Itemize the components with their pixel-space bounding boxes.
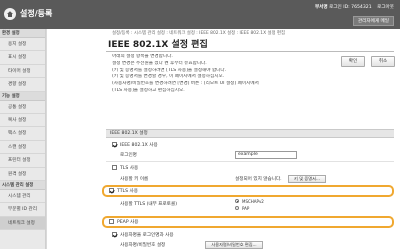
app-title: 설정/등록 (20, 9, 53, 18)
sidebar-item-paper[interactable]: 용지 설정 (0, 38, 45, 52)
tls-use-checkbox[interactable] (112, 165, 117, 170)
ok-button[interactable]: 확인 (341, 56, 365, 67)
sidebar-item-display[interactable]: 표시 설정 (0, 51, 45, 65)
peap-use-label: PEAP 사용 (117, 220, 139, 225)
sidebar-item-fax[interactable]: 팩스 설정 (0, 127, 45, 141)
auth-user-label: 사용자명을 로그인명과 사용 (120, 233, 174, 238)
login-name-input[interactable]: example (235, 151, 297, 159)
login-id: 7654321 (351, 5, 372, 10)
top-bar: 설정/등록 부서명 로그인 ID: 7654321 로그아웃 관리자에게 메일 (0, 0, 400, 29)
ttls-use-label: TTLS 사용 (117, 189, 138, 194)
user-pw-edit-button[interactable]: 사용자명/비밀번호 편집... (205, 241, 263, 249)
row-divider (106, 161, 394, 162)
sidebar-item-network[interactable]: 네트워크 설정 (0, 216, 45, 231)
breadcrumb: 설정/등록 : 시스템 관리 설정 : 네트워크 설정 : IEEE 802.1… (112, 31, 286, 36)
description-line: (TLS 사용]을 설정하고 편집하십시오. (112, 87, 185, 93)
sidebar-item-copy[interactable]: 복사 설정 (0, 114, 45, 128)
sidebar-item-scan[interactable]: 스캔 설정 (0, 141, 45, 155)
sidebar-item-remote[interactable]: 원격 설정 (0, 168, 45, 181)
description-line: (키 및 증명서를 변경할 경우, 이 페이지에서 설정하십시오. (112, 74, 225, 80)
section-heading: IEEE 802.1X 설정 (106, 129, 394, 138)
description-line: (사용자명/비밀번호를 변경하려면 [변경] 버튼 : [리모트 UI 설정] … (112, 81, 259, 87)
sidebar-item-dept-id[interactable]: 부문별 ID 관리 (0, 203, 45, 217)
main-content: 설정/등록 : 시스템 관리 설정 : 네트워크 설정 : IEEE 802.1… (47, 29, 400, 249)
pap-label: PAP (242, 205, 250, 211)
sidebar-item-alert[interactable]: 경향 설정 (0, 78, 45, 92)
key-cert-label: 사용할 키 이름 (120, 177, 149, 182)
sidebar: 환경 설정 용지 설정 표시 설정 타이머 설정 경향 설정 기능 설정 공통 … (0, 29, 46, 249)
peap-highlight (102, 216, 394, 228)
mschapv2-radio[interactable] (235, 199, 239, 203)
login-id-label: 로그인 ID: (329, 5, 350, 10)
sidebar-item-timer[interactable]: 타이머 설정 (0, 65, 45, 79)
tls-use-label: TLS 사용 (120, 166, 139, 171)
page-title: IEEE 802.1X 설정 편집 (108, 40, 208, 50)
cancel-button[interactable]: 취소 (371, 56, 395, 67)
peap-use-checkbox[interactable] (109, 219, 114, 224)
user-info: 부서명 로그인 ID: 7654321 로그아웃 (315, 4, 394, 10)
admin-mail-button[interactable]: 관리자에게 메일 (352, 16, 394, 26)
sidebar-heading-function: 기능 설정 (0, 91, 45, 101)
sidebar-item-common[interactable]: 공통 설정 (0, 101, 45, 114)
logout-link[interactable]: 로그아웃 (377, 5, 394, 10)
sidebar-heading-system: 시스템 관리 설정 (0, 180, 45, 190)
ttls-highlight (102, 185, 394, 197)
sidebar-heading-environment: 환경 설정 (0, 29, 45, 38)
use-ieee-label: IEEE 802.1X 사용 (120, 143, 158, 148)
description-line: (키 및 증명서를 설정하려면 [TLS 사용]을 설정해야 합니다. (112, 67, 227, 73)
login-name-label: 로그인명 (120, 153, 137, 158)
mschapv2-label: MSCHAPv2 (242, 198, 264, 204)
description-line: 아래의 설정 항목을 변경합니다. (112, 54, 173, 59)
user-pw-label: 사용자명/비밀번호 설정 (120, 243, 166, 248)
description: 아래의 설정 항목을 변경합니다. 설정 변경은 주전원을 껐다 켠 후부터 유… (112, 54, 332, 95)
title-divider (106, 51, 394, 52)
key-cert-button[interactable]: 키 및 증명서... (288, 175, 326, 183)
description-line: 설정 변경은 주전원을 껐다 켠 후부터 유효합니다. (112, 60, 207, 66)
sidebar-item-system-admin[interactable]: 시스템 관리 (0, 190, 45, 204)
auth-user-checkbox[interactable] (112, 232, 117, 237)
ttls-inner-label: 사용할 TTLS (내부 프로토콜) (120, 202, 178, 207)
department-label: 부서명 (314, 5, 328, 10)
key-cert-value: 설정되어 있지 않습니다. (235, 177, 282, 182)
use-ieee-checkbox[interactable] (112, 142, 117, 147)
home-icon[interactable] (4, 8, 16, 20)
ttls-use-checkbox[interactable] (109, 188, 114, 193)
pap-radio[interactable] (235, 206, 239, 210)
sidebar-item-printer[interactable]: 프린터 설정 (0, 154, 45, 168)
